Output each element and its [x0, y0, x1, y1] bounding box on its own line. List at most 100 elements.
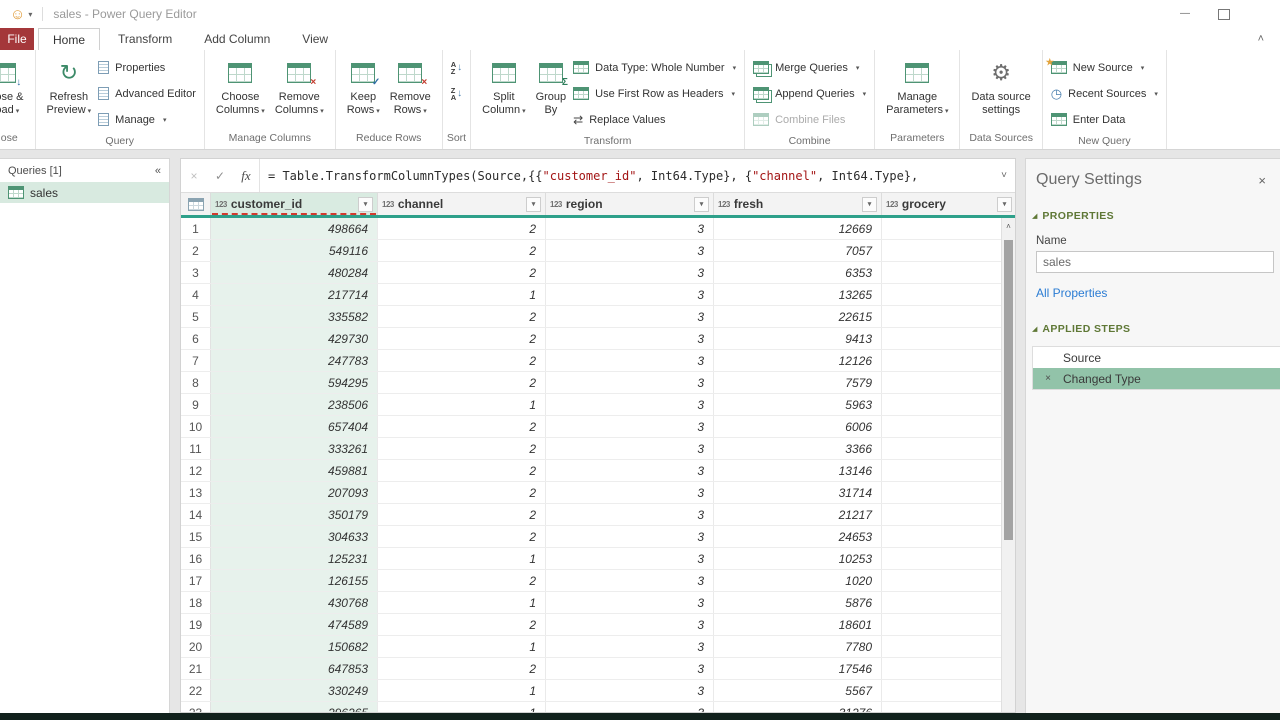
feedback-smiley-icon[interactable]: ☺	[10, 7, 25, 22]
cell-region[interactable]: 3	[546, 416, 714, 437]
cell-customer_id[interactable]: 125231	[211, 548, 378, 569]
cell-channel[interactable]: 1	[378, 548, 546, 569]
column-header-customer_id[interactable]: 123customer_id▾	[211, 193, 378, 215]
cell-region[interactable]: 3	[546, 240, 714, 261]
row-number[interactable]: 8	[181, 372, 211, 393]
cell-fresh[interactable]: 6006	[714, 416, 882, 437]
cell-channel[interactable]: 2	[378, 460, 546, 481]
cell-region[interactable]: 3	[546, 548, 714, 569]
cell-fresh[interactable]: 9413	[714, 328, 882, 349]
cell-channel[interactable]: 2	[378, 306, 546, 327]
cell-region[interactable]: 3	[546, 570, 714, 591]
cell-fresh[interactable]: 7579	[714, 372, 882, 393]
cell-grocery[interactable]	[882, 702, 1015, 712]
manage-button[interactable]: Manage▾	[98, 109, 196, 130]
cell-region[interactable]: 3	[546, 680, 714, 701]
query-item-sales[interactable]: sales	[0, 182, 169, 203]
close-panel-button[interactable]: ×	[1258, 173, 1266, 188]
sort-ascending-button[interactable]: AZ↓	[451, 57, 462, 78]
cell-region[interactable]: 3	[546, 218, 714, 239]
cell-grocery[interactable]	[882, 328, 1015, 349]
new-source-button[interactable]: ★New Source▾	[1051, 57, 1158, 78]
column-header-grocery[interactable]: 123grocery▾	[882, 193, 1015, 215]
row-number[interactable]: 4	[181, 284, 211, 305]
cell-grocery[interactable]	[882, 592, 1015, 613]
cell-region[interactable]: 3	[546, 702, 714, 712]
cell-fresh[interactable]: 1020	[714, 570, 882, 591]
cell-region[interactable]: 3	[546, 328, 714, 349]
cell-customer_id[interactable]: 333261	[211, 438, 378, 459]
restore-button[interactable]	[1218, 9, 1230, 20]
cell-grocery[interactable]	[882, 218, 1015, 239]
scroll-up-arrow[interactable]: ˄	[1002, 218, 1015, 234]
cell-fresh[interactable]: 5963	[714, 394, 882, 415]
tab-home[interactable]: Home	[38, 28, 100, 50]
filter-dropdown-channel[interactable]: ▾	[526, 197, 541, 212]
cell-fresh[interactable]: 24653	[714, 526, 882, 547]
cell-fresh[interactable]: 31714	[714, 482, 882, 503]
row-number[interactable]: 9	[181, 394, 211, 415]
cell-region[interactable]: 3	[546, 438, 714, 459]
cell-channel[interactable]: 2	[378, 328, 546, 349]
delete-step-icon[interactable]: ×	[1033, 373, 1063, 384]
data-type-button[interactable]: Data Type: Whole Number▾	[573, 57, 736, 78]
cell-channel[interactable]: 1	[378, 680, 546, 701]
applied-step-changed-type[interactable]: ×Changed Type	[1033, 368, 1280, 389]
row-number[interactable]: 15	[181, 526, 211, 547]
cell-grocery[interactable]	[882, 504, 1015, 525]
cell-grocery[interactable]	[882, 306, 1015, 327]
keep-rows-button[interactable]: ✓ Keep Rows▾	[342, 53, 385, 120]
cell-grocery[interactable]	[882, 284, 1015, 305]
cell-grocery[interactable]	[882, 416, 1015, 437]
cell-grocery[interactable]	[882, 636, 1015, 657]
cell-customer_id[interactable]: 429730	[211, 328, 378, 349]
cell-grocery[interactable]	[882, 680, 1015, 701]
cell-grocery[interactable]	[882, 570, 1015, 591]
row-number[interactable]: 2	[181, 240, 211, 261]
cell-fresh[interactable]: 5567	[714, 680, 882, 701]
cell-region[interactable]: 3	[546, 592, 714, 613]
cell-customer_id[interactable]: 474589	[211, 614, 378, 635]
cell-customer_id[interactable]: 207093	[211, 482, 378, 503]
cell-grocery[interactable]	[882, 482, 1015, 503]
cell-fresh[interactable]: 21217	[714, 504, 882, 525]
cell-grocery[interactable]	[882, 526, 1015, 547]
refresh-preview-button[interactable]: ↻ Refresh Preview▾	[42, 53, 97, 120]
cell-customer_id[interactable]: 498664	[211, 218, 378, 239]
row-number[interactable]: 3	[181, 262, 211, 283]
cell-grocery[interactable]	[882, 372, 1015, 393]
cell-channel[interactable]: 2	[378, 526, 546, 547]
expand-formula-bar-button[interactable]: ˅	[993, 170, 1015, 181]
merge-queries-button[interactable]: Merge Queries▾	[753, 57, 866, 78]
cell-channel[interactable]: 2	[378, 504, 546, 525]
cell-region[interactable]: 3	[546, 614, 714, 635]
cell-region[interactable]: 3	[546, 306, 714, 327]
cell-grocery[interactable]	[882, 262, 1015, 283]
column-header-region[interactable]: 123region▾	[546, 193, 714, 215]
cell-fresh[interactable]: 13146	[714, 460, 882, 481]
cell-channel[interactable]: 1	[378, 636, 546, 657]
cell-customer_id[interactable]: 657404	[211, 416, 378, 437]
collapse-ribbon-button[interactable]: ˄	[1258, 33, 1264, 45]
row-number[interactable]: 12	[181, 460, 211, 481]
properties-section-header[interactable]: ◢ PROPERTIES	[1026, 210, 1280, 222]
cell-grocery[interactable]	[882, 548, 1015, 569]
cell-grocery[interactable]	[882, 350, 1015, 371]
column-header-fresh[interactable]: 123fresh▾	[714, 193, 882, 215]
cell-fresh[interactable]: 17546	[714, 658, 882, 679]
cell-region[interactable]: 3	[546, 658, 714, 679]
table-menu-button[interactable]	[181, 193, 211, 215]
cell-channel[interactable]: 2	[378, 416, 546, 437]
cell-fresh[interactable]: 10253	[714, 548, 882, 569]
tab-add-column[interactable]: Add Column	[190, 28, 284, 50]
cell-channel[interactable]: 2	[378, 614, 546, 635]
filter-dropdown-region[interactable]: ▾	[694, 197, 709, 212]
applied-steps-section-header[interactable]: ◢ APPLIED STEPS	[1026, 323, 1280, 335]
cell-customer_id[interactable]: 480284	[211, 262, 378, 283]
cell-region[interactable]: 3	[546, 372, 714, 393]
cell-grocery[interactable]	[882, 614, 1015, 635]
cell-customer_id[interactable]: 330249	[211, 680, 378, 701]
cell-region[interactable]: 3	[546, 460, 714, 481]
cell-fresh[interactable]: 7780	[714, 636, 882, 657]
row-number[interactable]: 18	[181, 592, 211, 613]
